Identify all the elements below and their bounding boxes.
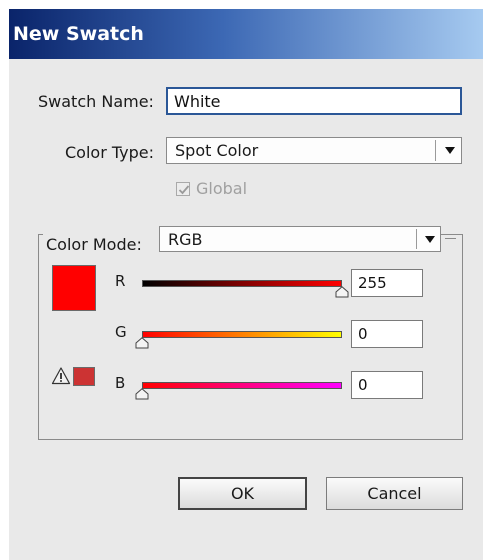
- swatch-name-input[interactable]: [166, 87, 462, 115]
- color-mode-select[interactable]: RGB: [159, 226, 441, 252]
- dialog-title: New Swatch: [13, 23, 144, 45]
- slider-track-g[interactable]: [142, 331, 342, 338]
- color-type-label: Color Type:: [65, 143, 154, 162]
- slider-track-r[interactable]: [142, 280, 342, 287]
- color-type-select[interactable]: Spot Color: [166, 137, 462, 164]
- checkmark-icon: [178, 185, 190, 195]
- global-checkbox-label: Global: [196, 179, 248, 198]
- cancel-button[interactable]: Cancel: [326, 477, 463, 510]
- slider-thumb-r[interactable]: [335, 286, 349, 298]
- channel-label-g: G: [115, 323, 127, 341]
- chevron-down-icon: [445, 147, 455, 154]
- global-checkbox[interactable]: [176, 182, 190, 196]
- channel-value-input-b[interactable]: [351, 371, 423, 399]
- slider-thumb-b[interactable]: [135, 388, 149, 400]
- swatch-name-label: Swatch Name:: [38, 92, 154, 111]
- color-mode-label: Color Mode:: [46, 235, 146, 254]
- color-preview-swatch: [52, 265, 96, 311]
- out-of-gamut-warning-icon[interactable]: [51, 366, 71, 386]
- group-border-fill: [445, 238, 456, 239]
- select-separator: [416, 229, 417, 249]
- channel-label-r: R: [115, 272, 126, 290]
- chevron-down-icon: [425, 236, 435, 243]
- color-mode-value: RGB: [168, 230, 203, 249]
- select-separator: [435, 140, 436, 161]
- title-bar[interactable]: New Swatch: [9, 9, 483, 59]
- ok-button[interactable]: OK: [178, 477, 307, 510]
- channel-label-b: B: [115, 374, 126, 392]
- color-type-value: Spot Color: [175, 141, 259, 160]
- out-of-gamut-swatch[interactable]: [73, 367, 95, 386]
- channel-value-input-g[interactable]: [351, 320, 423, 348]
- channel-value-input-r[interactable]: [351, 269, 423, 297]
- slider-track-b[interactable]: [142, 382, 342, 389]
- slider-thumb-g[interactable]: [135, 337, 149, 349]
- new-swatch-dialog: New Swatch Swatch Name: Color Type: Spot…: [9, 9, 483, 560]
